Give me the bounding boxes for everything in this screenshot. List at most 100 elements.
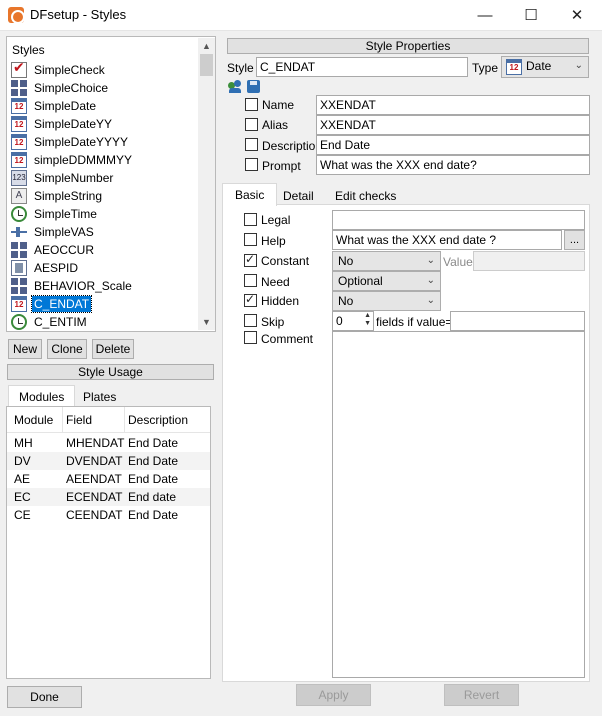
tab-modules[interactable]: Modules [8,385,76,408]
style-item-c-endat[interactable]: 12 C_ENDAT [7,295,197,313]
clone-button[interactable]: Clone [47,339,87,359]
pid-icon [11,260,27,276]
comment-label: Comment [261,332,314,346]
string-icon: A [11,188,27,204]
usage-table: Module Field Description MH MHENDAT End Da… [6,406,211,679]
table-row[interactable]: EC ECENDAT End date [7,488,210,506]
done-button[interactable]: Done [7,686,82,708]
chevron-down-icon: ⌄ [426,275,435,286]
choice-grid-icon [11,278,27,294]
style-item-c-entim[interactable]: C_ENTIM [7,313,197,331]
style-item-aespid[interactable]: AESPID [7,259,197,277]
help-field[interactable]: What was the XXX end date ? [332,230,562,250]
tab-basic[interactable]: Basic [222,183,278,206]
styles-header: Styles [12,43,45,57]
alias-field[interactable]: XXENDAT [316,115,590,135]
type-select[interactable]: 12 Date ⌄ [501,56,589,78]
save-icon[interactable] [247,80,260,93]
styles-scrollbar[interactable]: ▲ ▼ [198,38,215,330]
legal-label: Legal [261,213,291,227]
prompt-field[interactable]: What was the XXX end date? [316,155,590,175]
table-row[interactable]: MH MHENDAT End Date [7,434,210,452]
prompt-checkbox[interactable] [245,158,258,171]
tab-detail[interactable]: Detail [273,185,324,207]
close-button[interactable]: ✕ [554,0,600,30]
need-select[interactable]: Optional ⌄ [332,271,441,291]
constant-select[interactable]: No ⌄ [332,251,441,271]
style-item-simpletime[interactable]: SimpleTime [7,205,197,223]
comment-checkbox[interactable] [244,331,257,344]
scroll-down-icon[interactable]: ▼ [198,314,215,330]
tab-plates[interactable]: Plates [73,386,126,408]
skip-stepper[interactable]: 0 ▲ ▼ [332,311,374,331]
style-name-field[interactable]: C_ENDAT [256,57,468,77]
help-label: Help [261,234,286,248]
scroll-thumb[interactable] [200,54,213,76]
hidden-select[interactable]: No ⌄ [332,291,441,311]
skip-value-field[interactable] [450,311,585,331]
minimize-button[interactable]: — [462,0,508,30]
style-item-simplecheck[interactable]: SimpleCheck [7,59,197,79]
style-item-simplechoice[interactable]: SimpleChoice [7,79,197,97]
help-checkbox[interactable] [244,233,257,246]
col-field[interactable]: Field [66,413,92,427]
skip-suffix-label: fields if value= [376,315,453,329]
style-usage-header: Style Usage [7,364,214,380]
prompt-label: Prompt [262,159,301,173]
chevron-down-icon: ⌄ [426,255,435,266]
clock-icon [11,314,27,330]
scroll-up-icon[interactable]: ▲ [198,38,215,54]
new-button[interactable]: New [8,339,42,359]
table-row[interactable]: AE AEENDAT End Date [7,470,210,488]
vas-icon [11,224,27,240]
style-item-simpleddmmmyy[interactable]: 12 simpleDDMMMYY [7,151,197,169]
comment-textarea[interactable] [332,331,585,678]
maximize-button[interactable]: ☐ [508,0,554,30]
style-item-simplevas[interactable]: SimpleVAS [7,223,197,241]
calendar-icon: 12 [11,116,27,132]
app-icon [8,7,25,24]
legal-field[interactable] [332,210,585,230]
style-item-aeoccur[interactable]: AEOCCUR [7,241,197,259]
style-item-behavior-scale[interactable]: BEHAVIOR_Scale [7,277,197,295]
choice-grid-icon [11,242,27,258]
number-icon: 123 [11,170,27,186]
delete-button[interactable]: Delete [92,339,134,359]
help-browse-button[interactable]: ... [564,230,585,250]
description-field[interactable]: End Date [316,135,590,155]
style-item-simplenumber[interactable]: 123 SimpleNumber [7,169,197,187]
tab-edit-checks[interactable]: Edit checks [325,185,406,207]
style-label: Style [227,61,254,75]
table-row[interactable]: CE CEENDAT End Date [7,506,210,524]
calendar-icon: 12 [11,98,27,114]
col-module[interactable]: Module [14,413,53,427]
apply-button[interactable]: Apply [296,684,371,706]
style-properties-header: Style Properties [227,38,589,54]
type-label: Type [472,61,499,75]
name-checkbox[interactable] [245,98,258,111]
constant-label: Constant [261,254,310,268]
users-icon[interactable] [228,80,242,93]
table-row[interactable]: DV DVENDAT End Date [7,452,210,470]
stepper-arrows-icon[interactable]: ▲ ▼ [364,312,371,328]
style-item-simpledateyy[interactable]: 12 SimpleDateYY [7,115,197,133]
skip-checkbox[interactable] [244,314,257,327]
window-title: DFsetup - Styles [30,7,127,22]
name-field[interactable]: XXENDAT [316,95,590,115]
style-item-simpledate[interactable]: 12 SimpleDate [7,97,197,115]
revert-button[interactable]: Revert [444,684,519,706]
hidden-checkbox[interactable] [244,292,257,307]
style-item-simplestring[interactable]: A SimpleString [7,187,197,205]
description-checkbox[interactable] [245,138,258,151]
constant-checkbox[interactable] [244,252,257,267]
choice-grid-icon [11,80,27,96]
col-description[interactable]: Description [128,413,188,427]
constant-value-field [473,251,585,271]
style-item-simpledateyyyy[interactable]: 12 SimpleDateYYYY [7,133,197,151]
alias-checkbox[interactable] [245,118,258,131]
calendar-icon: 12 [11,296,27,312]
styles-list[interactable]: SimpleCheck SimpleChoice 12SimpleDate 12… [7,59,197,331]
need-checkbox[interactable] [244,274,257,287]
chevron-down-icon: ⌄ [574,60,583,71]
legal-checkbox[interactable] [244,213,257,226]
